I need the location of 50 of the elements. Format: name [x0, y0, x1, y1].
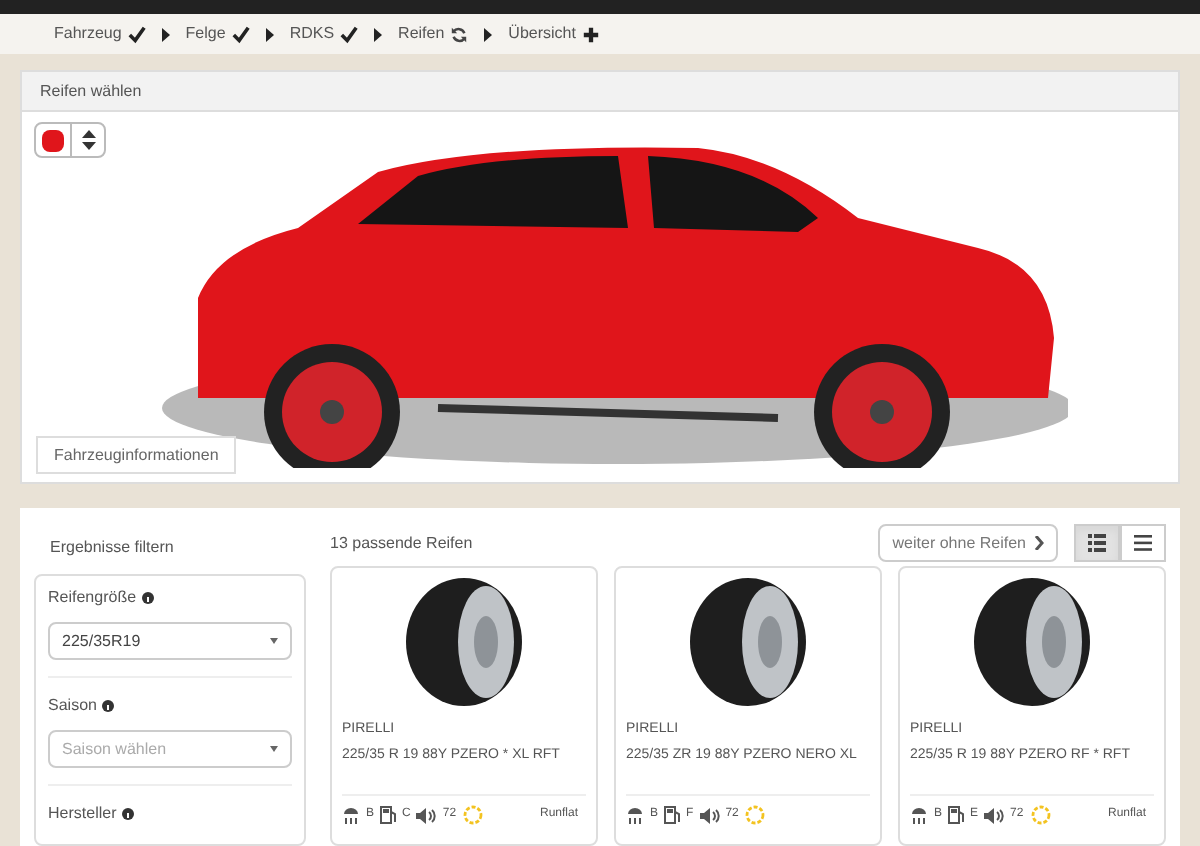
sun-icon: [1029, 804, 1052, 826]
tire-drawing: [686, 576, 810, 708]
up-down-icon: [81, 130, 95, 150]
info-icon: [122, 808, 135, 820]
field-label: Saison: [48, 694, 97, 718]
filter-heading: Ergebnisse filtern: [50, 535, 174, 559]
step-link[interactable]: Felge: [185, 22, 226, 46]
panel-title: Reifen wählen: [40, 79, 142, 103]
caret-icon: [270, 746, 278, 752]
check-icon: [231, 25, 250, 43]
step-link[interactable]: Reifen: [398, 22, 445, 46]
skip-tires-button[interactable]: weiter ohne Reifen: [878, 524, 1058, 562]
field-label: Hersteller: [48, 802, 117, 826]
rain-icon: [910, 806, 928, 824]
view-toggle[interactable]: [1074, 524, 1120, 562]
step-link[interactable]: Fahrzeug: [54, 22, 122, 46]
check-icon: [340, 25, 359, 43]
fuel-pump-icon: [380, 806, 397, 824]
arrow-right-icon: [265, 27, 274, 41]
step-link[interactable]: Übersicht: [508, 22, 576, 46]
sun-icon: [744, 804, 767, 826]
chevron-right-icon: [1034, 536, 1044, 550]
speaker-icon: [699, 807, 720, 823]
list-view-icon: [1134, 534, 1152, 552]
step-link[interactable]: RDKS: [289, 22, 335, 46]
color-picker[interactable]: [34, 122, 106, 158]
select-field[interactable]: 225/35R19: [48, 622, 292, 660]
check-icon: [127, 25, 146, 43]
fuel-pump-icon: [664, 806, 681, 824]
arrow-right-icon: [374, 27, 383, 41]
speaker-icon: [984, 807, 1005, 823]
arrow-right-icon: [484, 27, 493, 41]
speaker-icon: [416, 807, 437, 823]
cards-view-icon: [1088, 534, 1106, 552]
view-toggle[interactable]: [1120, 524, 1166, 562]
arrow-right-icon: [161, 27, 170, 41]
result-count: 13 passende Reifen: [330, 531, 473, 555]
tire-drawing: [402, 576, 526, 708]
rain-icon: [626, 806, 644, 824]
plus-icon: [581, 25, 600, 43]
fuel-pump-icon: [948, 806, 965, 824]
field-label: Reifengröße: [48, 586, 137, 610]
refresh-icon: [450, 25, 469, 43]
info-icon: [142, 592, 155, 604]
sun-icon: [462, 804, 485, 826]
caret-icon: [270, 638, 278, 644]
rain-icon: [342, 806, 360, 824]
vehicle-info-button[interactable]: Fahrzeuginformationen: [36, 436, 237, 474]
tire-drawing: [970, 576, 1094, 708]
info-icon: [102, 700, 115, 712]
